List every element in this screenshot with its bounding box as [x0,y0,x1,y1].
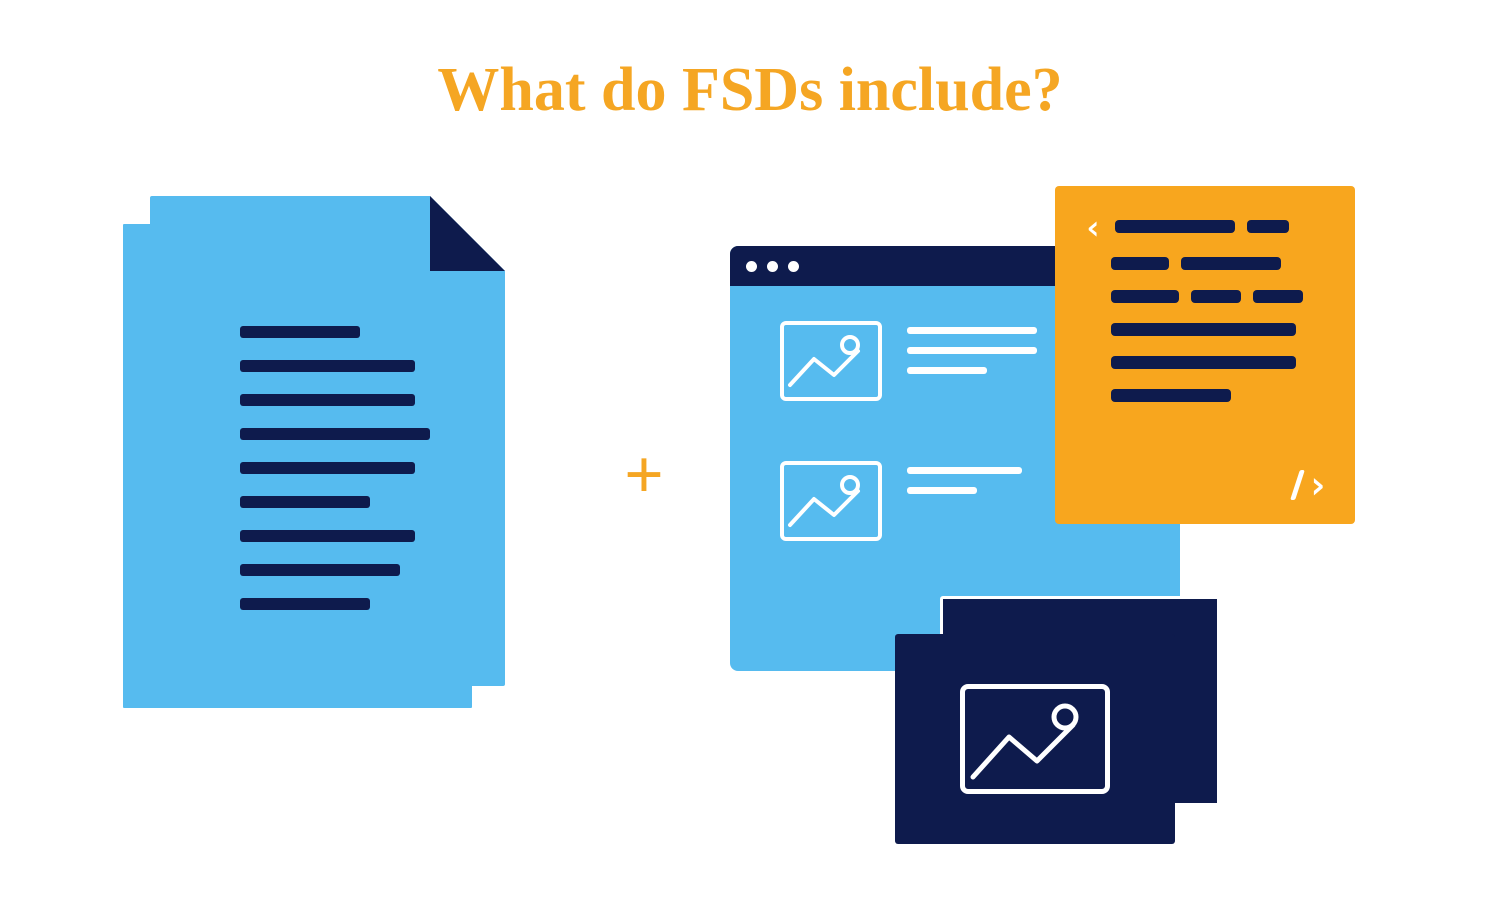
page-fold-icon [430,196,505,271]
image-placeholder-icon [780,461,882,541]
plus-icon: + [624,441,664,511]
illustration-row: + [0,126,1500,886]
wireframe-text-lines [907,321,1037,387]
window-dot-icon [767,261,778,272]
close-tag-icon: › [1295,470,1329,500]
image-placeholder-icon [780,321,882,401]
image-placeholder-large-icon [960,684,1110,794]
window-dot-icon [746,261,757,272]
document-text-lines [240,326,430,632]
document-front-icon [150,196,505,686]
wireframe-row [780,321,1037,401]
image-card-front-icon [895,634,1175,844]
wireframe-text-lines [907,461,1022,507]
window-dot-icon [788,261,799,272]
angle-left-icon: ‹ [1083,220,1103,237]
page-title: What do FSDs include? [0,0,1500,126]
code-card-icon: ‹ › [1055,186,1355,524]
wireframe-row [780,461,1022,541]
